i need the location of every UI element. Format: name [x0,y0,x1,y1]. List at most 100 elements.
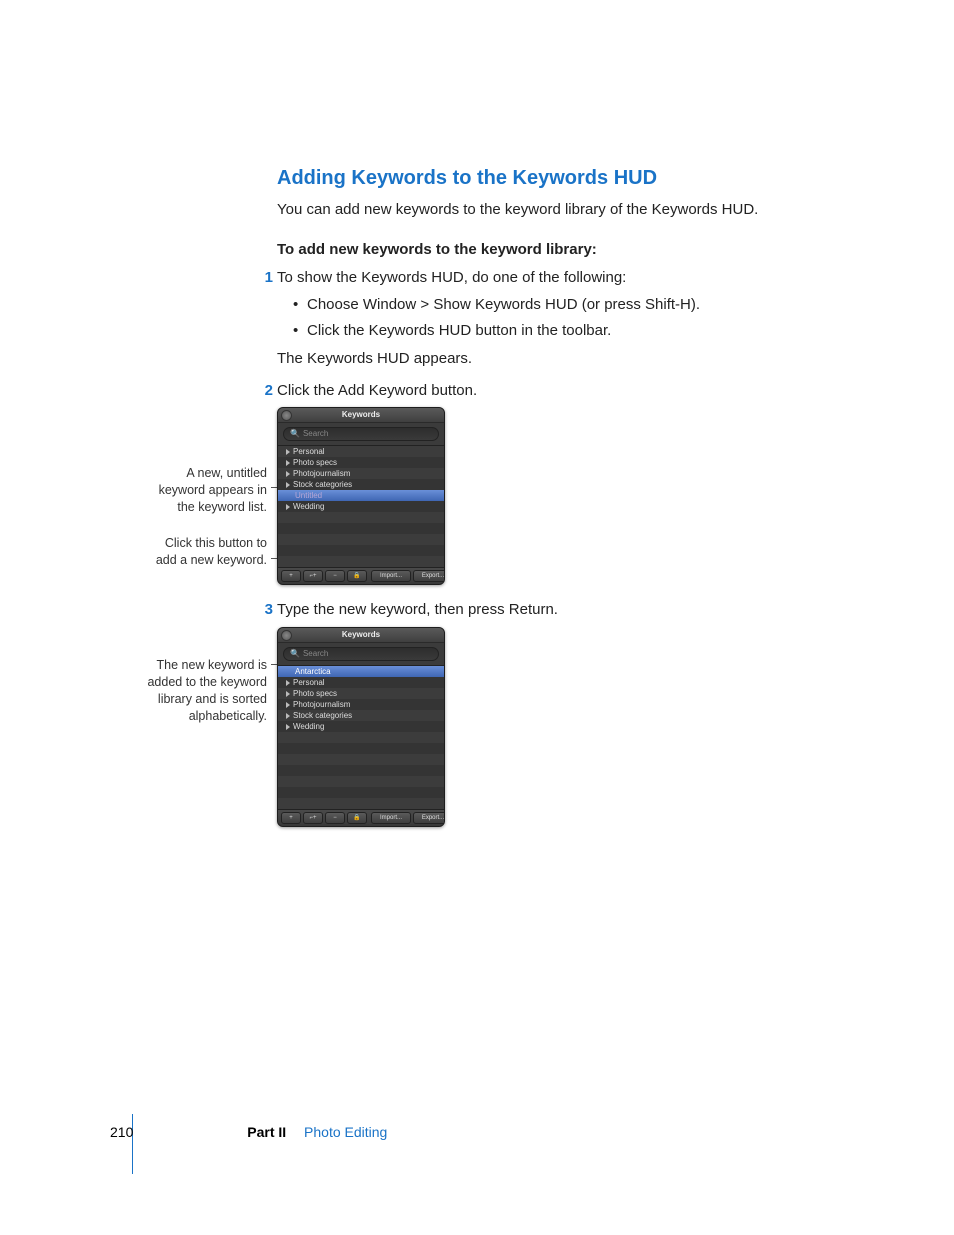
list-empty-row [278,754,444,765]
import-button[interactable]: Import... [371,812,411,824]
disclosure-icon [286,691,290,697]
callout-line-text: The new keyword is [139,657,267,674]
list-empty-row [278,743,444,754]
callout-line-text: added to the keyword [139,674,267,691]
list-item-label: Antarctica [295,667,331,676]
close-icon[interactable] [281,630,292,641]
import-button[interactable]: Import... [371,570,411,582]
disclosure-icon [286,449,290,455]
list-item-label: Personal [293,678,325,687]
list-item[interactable]: Wedding [278,501,444,512]
step-1-result: The Keywords HUD appears. [277,348,837,370]
disclosure-icon [286,471,290,477]
search-input[interactable]: 🔍 Search [283,647,439,661]
callout-line-text: library and is sorted [139,691,267,708]
list-item[interactable]: Photo specs [278,457,444,468]
step-number: 1 [259,267,273,289]
list-item-label: Stock categories [293,711,352,720]
list-item[interactable]: Photojournalism [278,468,444,479]
list-item-label: Photo specs [293,689,337,698]
lock-button[interactable]: 🔒 [347,570,367,582]
list-empty-row [278,798,444,809]
list-item-selected[interactable]: Untitled [278,490,444,501]
list-item[interactable]: Stock categories [278,710,444,721]
list-item-label: Personal [293,447,325,456]
part-label: Part II [247,1124,286,1140]
step-text: Click the Add Keyword button. [277,382,477,399]
page-footer: 210 Part II Photo Editing [110,1122,810,1142]
figure-2: The new keyword is added to the keyword … [277,627,837,827]
bullet-item: Choose Window > Show Keywords HUD (or pr… [293,294,837,316]
callout-line-text: add a new keyword. [147,552,267,569]
hud-title: Keywords [342,410,380,419]
list-item-label: Photojournalism [293,469,350,478]
list-item-label: Stock categories [293,480,352,489]
export-button[interactable]: Export... [413,570,445,582]
hud-titlebar: Keywords [278,628,444,643]
export-button[interactable]: Export... [413,812,445,824]
search-placeholder: Search [303,648,328,660]
disclosure-icon [286,702,290,708]
list-empty-row [278,545,444,556]
step-1: 1 To show the Keywords HUD, do one of th… [277,267,837,370]
remove-keyword-button[interactable]: − [325,570,345,582]
section-heading: Adding Keywords to the Keywords HUD [277,164,837,193]
callout-new-keyword: A new, untitled keyword appears in the k… [147,465,267,516]
list-item[interactable]: Personal [278,446,444,457]
list-empty-row [278,776,444,787]
keyword-list: Antarctica Personal Photo specs Photojou… [278,665,444,809]
add-subkeyword-button[interactable]: ⌐+ [303,812,323,824]
list-item-label: Wedding [293,502,324,511]
list-empty-row [278,787,444,798]
list-item[interactable]: Personal [278,677,444,688]
task-heading: To add new keywords to the keyword libra… [277,239,837,261]
lock-button[interactable]: 🔒 [347,812,367,824]
document-page: Adding Keywords to the Keywords HUD You … [0,0,954,1235]
list-empty-row [278,523,444,534]
hud-footer: + ⌐+ − 🔒 Import... Export... [278,567,444,584]
remove-keyword-button[interactable]: − [325,812,345,824]
callout-line-text: Click this button to [147,535,267,552]
disclosure-icon [286,460,290,466]
list-empty-row [278,534,444,545]
list-empty-row [278,765,444,776]
step-1-bullets: Choose Window > Show Keywords HUD (or pr… [293,294,837,342]
add-keyword-button[interactable]: + [281,570,301,582]
search-icon: 🔍 [290,650,300,658]
callout-sorted: The new keyword is added to the keyword … [139,657,267,725]
hud-footer: + ⌐+ − 🔒 Import... Export... [278,809,444,826]
list-item-label: Photojournalism [293,700,350,709]
list-item-selected[interactable]: Antarctica [278,666,444,677]
keyword-list: Personal Photo specs Photojournalism Sto… [278,445,444,567]
list-item-label: Wedding [293,722,324,731]
list-empty-row [278,512,444,523]
add-subkeyword-button[interactable]: ⌐+ [303,570,323,582]
list-item[interactable]: Photo specs [278,688,444,699]
step-text: To show the Keywords HUD, do one of the … [277,269,626,286]
step-3: 3 Type the new keyword, then press Retur… [277,599,837,827]
search-icon: 🔍 [290,430,300,438]
search-placeholder: Search [303,428,328,440]
step-2: 2 Click the Add Keyword button. A new, u… [277,380,837,588]
disclosure-icon [286,482,290,488]
keywords-hud-panel: Keywords 🔍 Search Personal Photo specs P… [277,407,445,585]
callout-add-button: Click this button to add a new keyword. [147,535,267,569]
disclosure-icon [286,713,290,719]
list-item[interactable]: Stock categories [278,479,444,490]
add-keyword-button[interactable]: + [281,812,301,824]
hud-title: Keywords [342,630,380,639]
hud-titlebar: Keywords [278,408,444,423]
list-item-label: Photo specs [293,458,337,467]
list-empty-row [278,556,444,567]
callout-line-text: A new, untitled [147,465,267,482]
list-empty-row [278,732,444,743]
list-item[interactable]: Wedding [278,721,444,732]
step-text: Type the new keyword, then press Return. [277,601,558,618]
figure-1: A new, untitled keyword appears in the k… [277,407,837,587]
disclosure-icon [286,504,290,510]
search-input[interactable]: 🔍 Search [283,427,439,441]
close-icon[interactable] [281,410,292,421]
page-number: 210 [110,1124,133,1140]
callout-line-text: keyword appears in [147,482,267,499]
list-item[interactable]: Photojournalism [278,699,444,710]
